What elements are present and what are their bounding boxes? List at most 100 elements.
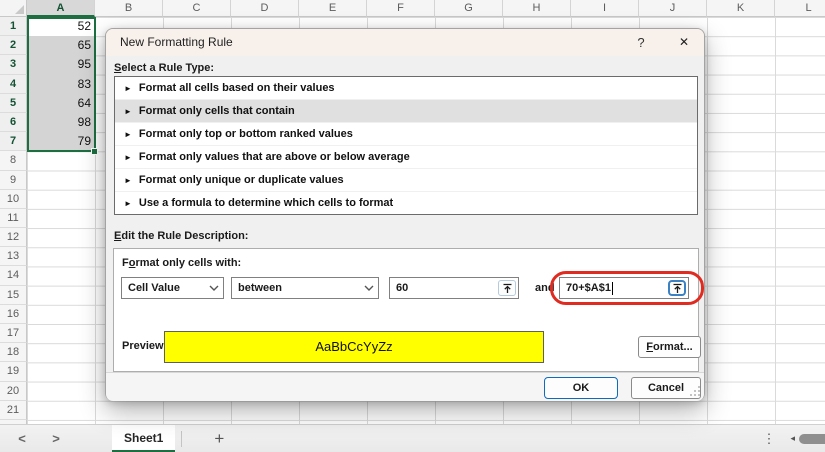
column-header-E[interactable]: E (299, 0, 367, 17)
sheet-tab-bar: < > Sheet1 + ⋮ ◂ (0, 424, 825, 452)
lower-bound-input[interactable]: 60 (389, 277, 519, 299)
column-header-J[interactable]: J (639, 0, 707, 17)
text-cursor (612, 282, 613, 295)
help-icon[interactable]: ? (624, 29, 658, 56)
rule-item-arrow-icon: ► (124, 84, 132, 93)
add-sheet-icon[interactable]: + (214, 429, 224, 449)
scroll-left-icon[interactable]: ◂ (790, 433, 795, 444)
lower-bound-value: 60 (396, 278, 408, 298)
cell-A2[interactable]: 65 (27, 36, 95, 55)
rule-type-item[interactable]: ► Format only unique or duplicate values (115, 169, 697, 192)
row-header-4[interactable]: 4 (0, 75, 27, 94)
column-headers: ABCDEFGHIJKL (27, 0, 825, 17)
row-header-15[interactable]: 15 (0, 286, 27, 305)
rule-item-label: Use a formula to determine which cells t… (139, 197, 393, 209)
column-header-C[interactable]: C (163, 0, 231, 17)
column-header-D[interactable]: D (231, 0, 299, 17)
next-sheet-icon[interactable]: > (44, 431, 68, 446)
rule-type-item[interactable]: ► Format only top or bottom ranked values (115, 123, 697, 146)
row-header-17[interactable]: 17 (0, 324, 27, 343)
cell-A5[interactable]: 64 (27, 94, 95, 113)
row-header-20[interactable]: 20 (0, 382, 27, 401)
row-header-21[interactable]: 21 (0, 401, 27, 420)
column-header-A[interactable]: A (27, 0, 95, 17)
cell-A3[interactable]: 95 (27, 55, 95, 74)
select-rule-type-label: Select a Rule Type: (114, 62, 214, 74)
edit-description-label: Edit the Rule Description: (114, 230, 248, 242)
tab-divider (181, 431, 182, 447)
preview-label: Preview: (122, 340, 167, 352)
select-all-corner[interactable] (0, 0, 27, 17)
row-header-2[interactable]: 2 (0, 36, 27, 55)
column-header-K[interactable]: K (707, 0, 775, 17)
dialog-titlebar[interactable]: New Formatting Rule ? ✕ (106, 29, 704, 56)
row-header-1[interactable]: 1 (0, 17, 27, 36)
column-header-I[interactable]: I (571, 0, 639, 17)
rule-item-label: Format only cells that contain (139, 105, 295, 117)
row-header-11[interactable]: 11 (0, 209, 27, 228)
rule-item-label: Format all cells based on their values (139, 82, 335, 94)
rule-item-label: Format only unique or duplicate values (139, 174, 344, 186)
cell-A4[interactable]: 83 (27, 75, 95, 94)
column-header-L[interactable]: L (775, 0, 825, 17)
row-header-16[interactable]: 16 (0, 305, 27, 324)
rule-item-arrow-icon: ► (124, 176, 132, 185)
close-icon[interactable]: ✕ (666, 29, 702, 56)
ok-button[interactable]: OK (544, 377, 618, 399)
column-header-H[interactable]: H (503, 0, 571, 17)
more-options-icon[interactable]: ⋮ (762, 431, 776, 447)
row-header-13[interactable]: 13 (0, 247, 27, 266)
row-header-19[interactable]: 19 (0, 362, 27, 381)
rule-type-item[interactable]: ► Format only cells that contain (115, 100, 697, 123)
row-header-18[interactable]: 18 (0, 343, 27, 362)
collapse-dialog-button[interactable] (668, 280, 686, 296)
excel-window: ABCDEFGHIJKL 123456789101112131415161718… (0, 0, 825, 452)
format-preview-swatch: AaBbCcYyZz (164, 331, 544, 363)
cell-value-dropdown[interactable]: Cell Value (121, 277, 224, 299)
resize-grip-icon[interactable] (689, 385, 701, 397)
rule-item-arrow-icon: ► (124, 199, 132, 208)
operator-dropdown-value: between (238, 282, 282, 294)
cell-value-dropdown-value: Cell Value (128, 282, 180, 294)
row-header-6[interactable]: 6 (0, 113, 27, 132)
rule-type-item[interactable]: ► Format all cells based on their values (115, 77, 697, 100)
row-header-8[interactable]: 8 (0, 151, 27, 170)
rule-type-item[interactable]: ► Format only values that are above or be… (115, 146, 697, 169)
upper-bound-input[interactable]: 70+$A$1 (559, 277, 689, 299)
row-header-10[interactable]: 10 (0, 190, 27, 209)
row-header-12[interactable]: 12 (0, 228, 27, 247)
cell-A6[interactable]: 98 (27, 113, 95, 132)
cell-A1[interactable]: 52 (27, 17, 95, 36)
collapse-dialog-button[interactable] (498, 280, 516, 296)
column-header-B[interactable]: B (95, 0, 163, 17)
fill-handle[interactable] (91, 148, 98, 155)
sheet-tab-sheet1[interactable]: Sheet1 (112, 425, 175, 452)
operator-dropdown[interactable]: between (231, 277, 379, 299)
row-header-3[interactable]: 3 (0, 55, 27, 74)
rule-type-list: ►Format all cells based on their values►… (114, 76, 698, 215)
rule-item-label: Format only values that are above or bel… (139, 151, 410, 163)
row-headers: 12345678910111213141516171819202122 (0, 17, 27, 424)
new-formatting-rule-dialog: New Formatting Rule ? ✕ Select a Rule Ty… (105, 28, 705, 401)
dialog-title: New Formatting Rule (120, 29, 233, 56)
collapse-arrow-icon (672, 283, 683, 294)
column-header-F[interactable]: F (367, 0, 435, 17)
row-header-9[interactable]: 9 (0, 171, 27, 190)
rule-item-arrow-icon: ► (124, 107, 132, 116)
rule-item-arrow-icon: ► (124, 153, 132, 162)
rule-type-item[interactable]: ► Use a formula to determine which cells … (115, 192, 697, 215)
rule-item-arrow-icon: ► (124, 130, 132, 139)
row-header-14[interactable]: 14 (0, 266, 27, 285)
rule-item-label: Format only top or bottom ranked values (139, 128, 353, 140)
cell-A7[interactable]: 79 (27, 132, 95, 151)
and-label: and (535, 277, 555, 299)
scrollbar-thumb[interactable] (799, 434, 825, 444)
horizontal-scrollbar[interactable]: ◂ (790, 433, 825, 444)
column-a-values: 52659583649879 (27, 17, 95, 152)
column-header-G[interactable]: G (435, 0, 503, 17)
format-button[interactable]: Format... (638, 336, 701, 358)
row-header-5[interactable]: 5 (0, 94, 27, 113)
row-header-7[interactable]: 7 (0, 132, 27, 151)
prev-sheet-icon[interactable]: < (10, 431, 34, 446)
collapse-arrow-icon (502, 283, 513, 294)
